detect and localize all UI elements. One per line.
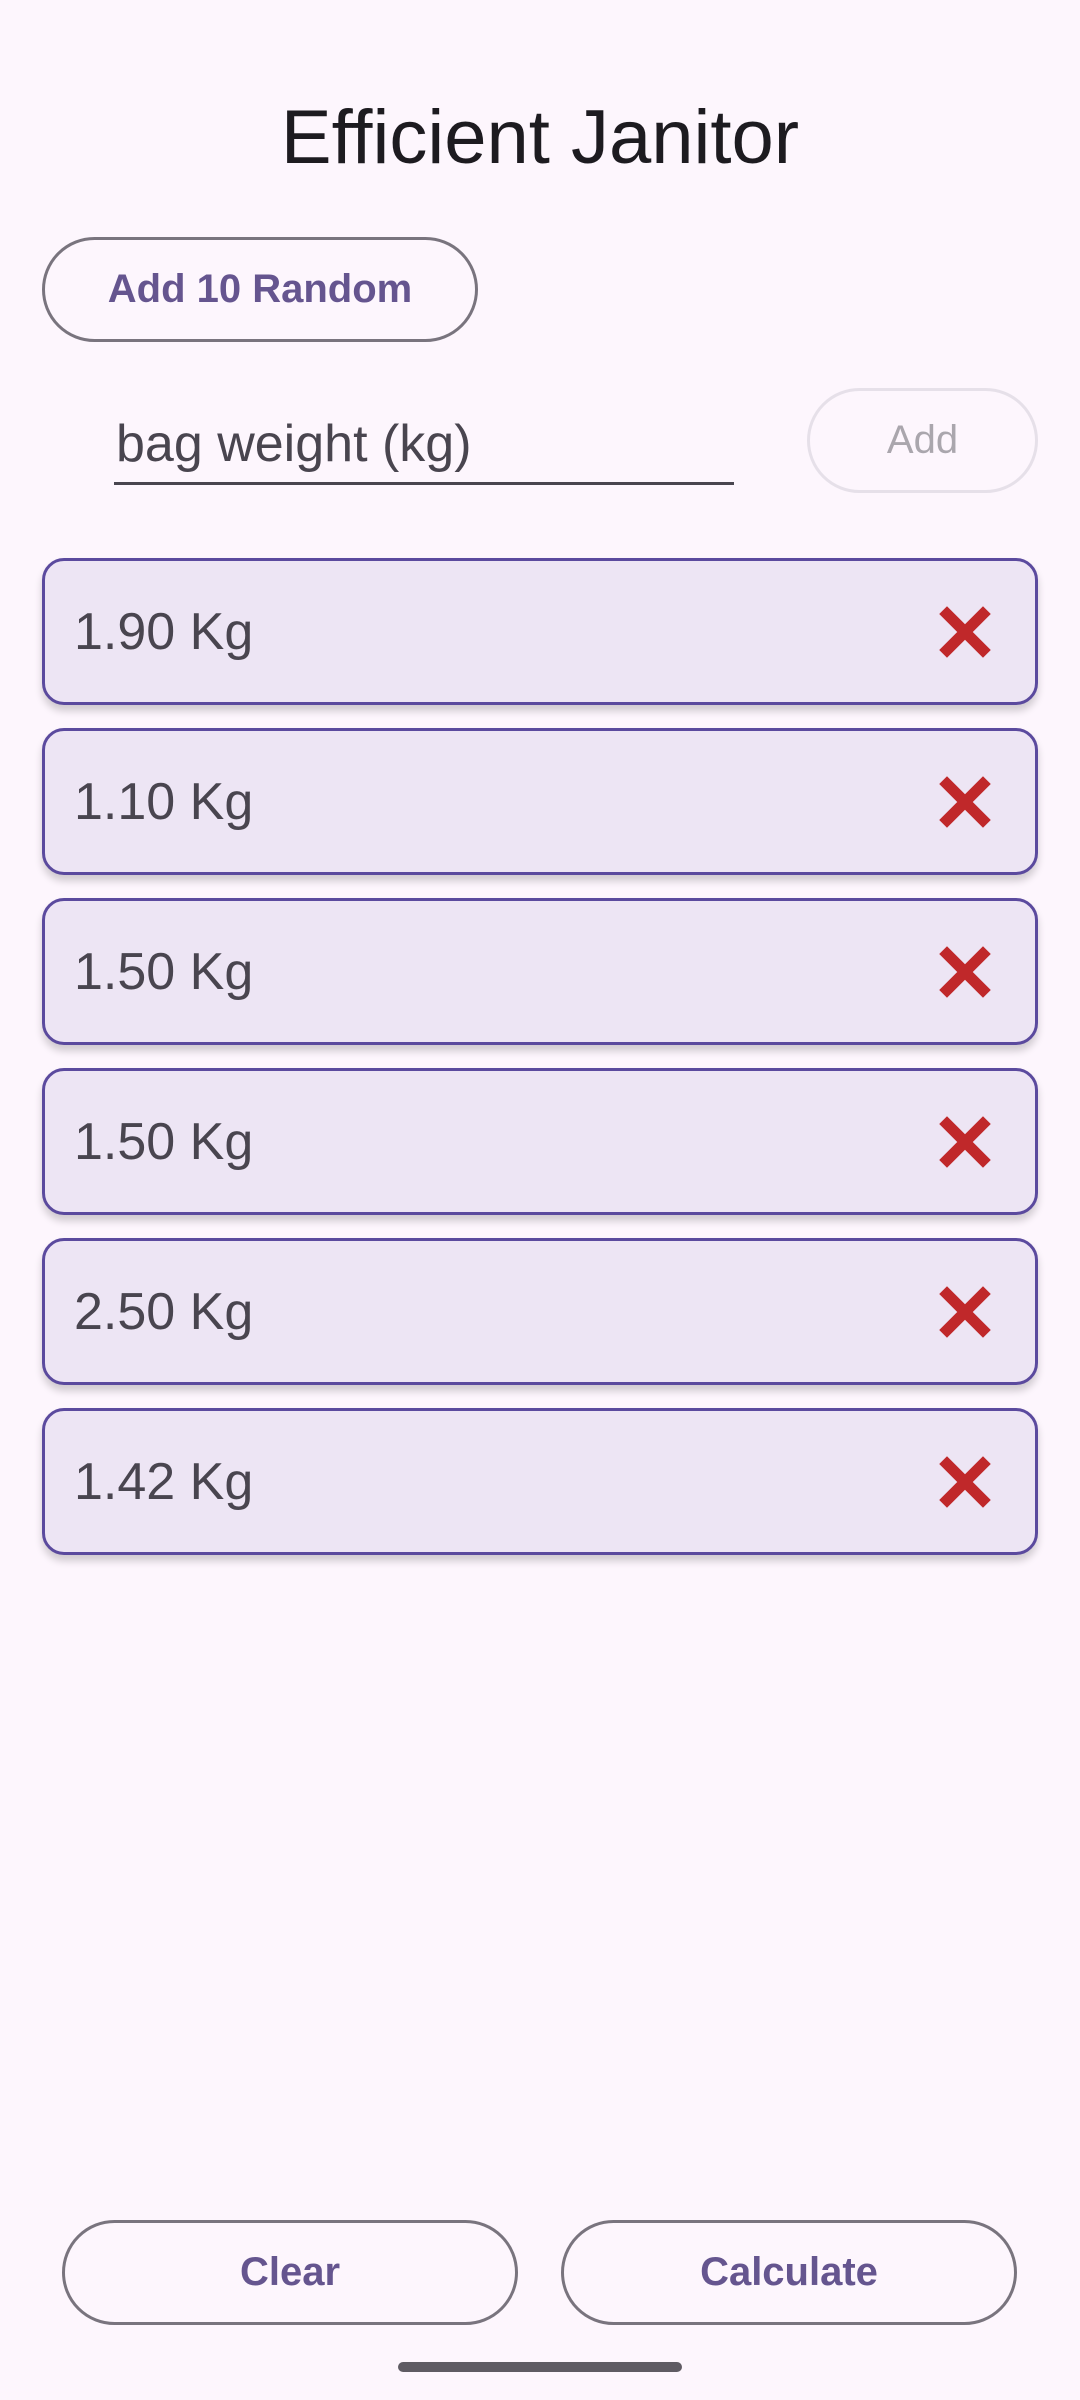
bag-weight-label: 1.50 Kg [74,942,254,1001]
bag-weight-label: 1.42 Kg [74,1452,254,1511]
bag-weight-label: 2.50 Kg [74,1282,254,1341]
close-icon [939,945,991,998]
bag-weight-label: 1.90 Kg [74,602,254,661]
remove-bag-button[interactable] [937,1454,993,1510]
remove-bag-button[interactable] [937,604,993,660]
remove-bag-button[interactable] [937,944,993,1000]
calculate-button[interactable]: Calculate [561,2220,1017,2325]
bag-list-item: 1.50 Kg [42,1068,1038,1215]
bag-list-item: 1.10 Kg [42,728,1038,875]
bag-weight-input[interactable] [114,405,734,485]
bag-list-item: 1.42 Kg [42,1408,1038,1555]
remove-bag-button[interactable] [937,774,993,830]
bag-weight-label: 1.10 Kg [74,772,254,831]
bag-weight-label: 1.50 Kg [74,1112,254,1171]
remove-bag-button[interactable] [937,1284,993,1340]
close-icon [939,775,991,828]
bag-list-item: 2.50 Kg [42,1238,1038,1385]
clear-button[interactable]: Clear [62,2220,518,2325]
close-icon [939,1285,991,1338]
page-title: Efficient Janitor [280,95,800,180]
home-indicator[interactable] [398,2362,682,2372]
bag-list: 1.90 Kg 1.10 Kg 1.50 Kg 1.50 Kg 2.50 Kg … [42,558,1038,1578]
bag-list-item: 1.90 Kg [42,558,1038,705]
close-icon [939,1455,991,1508]
close-icon [939,1115,991,1168]
add-10-random-button[interactable]: Add 10 Random [42,237,478,342]
remove-bag-button[interactable] [937,1114,993,1170]
bag-list-item: 1.50 Kg [42,898,1038,1045]
add-button[interactable]: Add [807,388,1038,493]
close-icon [939,605,991,658]
